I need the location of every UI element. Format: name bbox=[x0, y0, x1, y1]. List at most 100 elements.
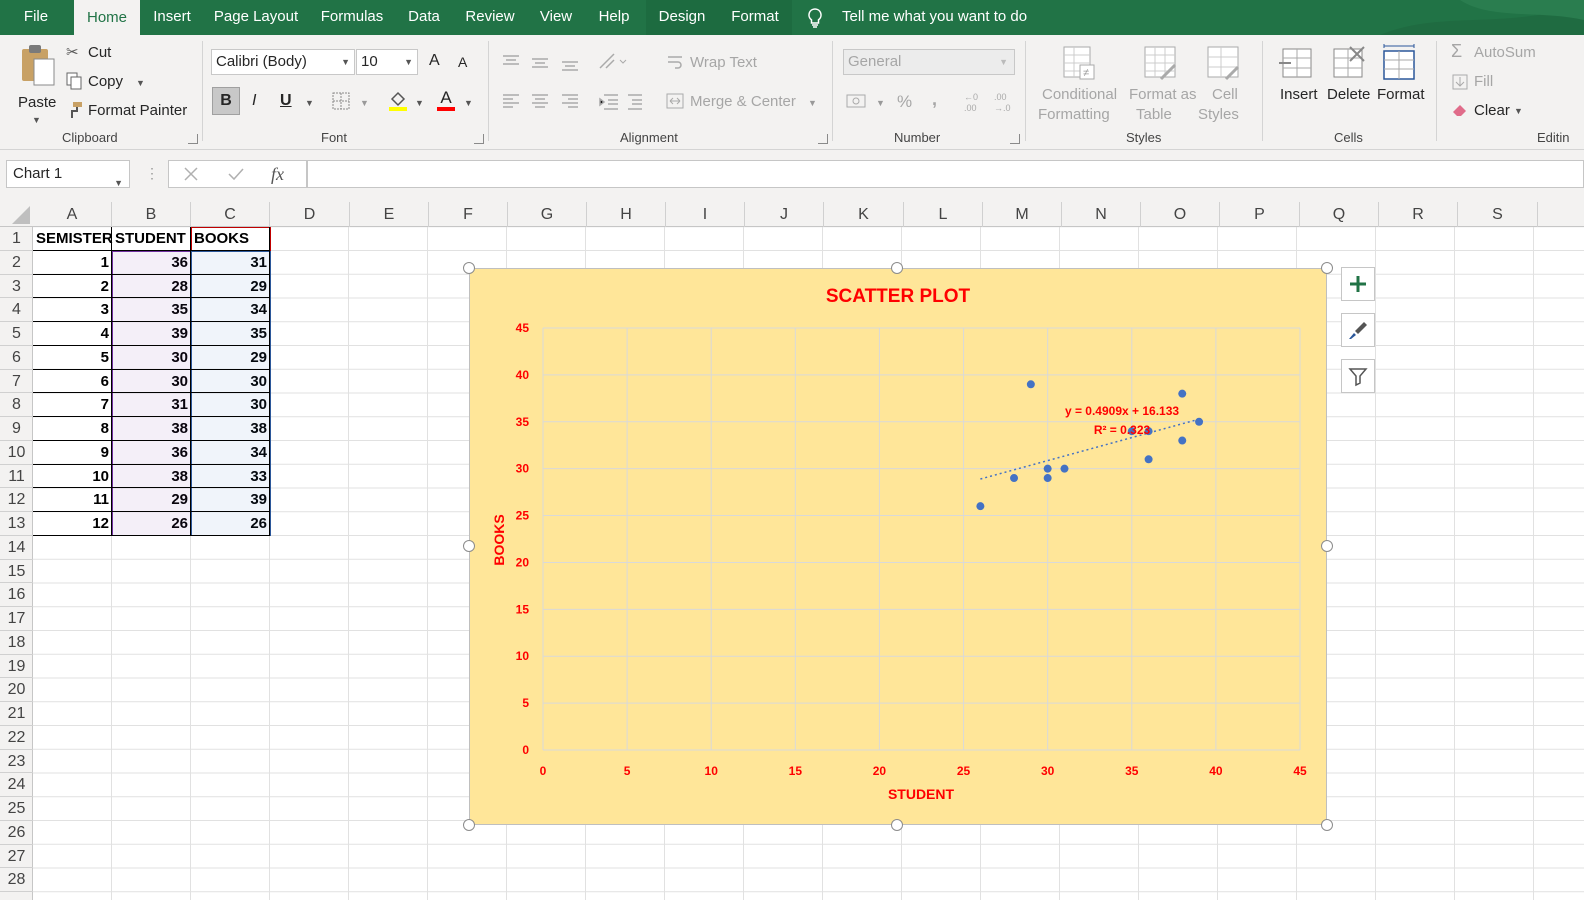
table-cell[interactable]: 11 bbox=[33, 488, 112, 512]
row-header-2[interactable]: 2 bbox=[0, 251, 33, 275]
tab-format[interactable]: Format bbox=[718, 0, 792, 35]
delete-cells-label[interactable]: Delete bbox=[1327, 86, 1370, 103]
column-header-c[interactable]: C bbox=[191, 202, 270, 227]
paste-button[interactable]: Paste ▼ bbox=[10, 43, 60, 125]
column-header-g[interactable]: G bbox=[508, 202, 587, 227]
table-cell[interactable]: 2 bbox=[33, 275, 112, 299]
table-cell[interactable]: 39 bbox=[112, 322, 191, 346]
chart-elements-button[interactable] bbox=[1341, 267, 1375, 301]
column-header-o[interactable]: O bbox=[1141, 202, 1220, 227]
row-header-6[interactable]: 6 bbox=[0, 346, 33, 370]
column-header-s[interactable]: S bbox=[1458, 202, 1538, 227]
row-header-12[interactable]: 12 bbox=[0, 488, 33, 512]
row-header-26[interactable]: 26 bbox=[0, 821, 33, 845]
column-header-p[interactable]: P bbox=[1220, 202, 1300, 227]
table-cell[interactable]: 29 bbox=[191, 346, 270, 370]
fill-color-dropdown-icon[interactable]: ▼ bbox=[415, 98, 424, 108]
number-launcher-icon[interactable] bbox=[1010, 134, 1020, 144]
tab-data[interactable]: Data bbox=[396, 0, 452, 35]
column-header-l[interactable]: L bbox=[904, 202, 983, 227]
resize-handle-right[interactable] bbox=[1321, 540, 1333, 552]
data-point[interactable] bbox=[1043, 474, 1052, 483]
shrink-font-button[interactable]: A bbox=[458, 54, 467, 70]
conditional-formatting-label-2[interactable]: Formatting bbox=[1038, 106, 1110, 123]
name-box[interactable]: Chart 1 ▼ bbox=[6, 160, 130, 188]
row-header-20[interactable]: 20 bbox=[0, 678, 33, 702]
table-cell[interactable]: 6 bbox=[33, 370, 112, 394]
table-cell[interactable]: 29 bbox=[112, 488, 191, 512]
column-header-k[interactable]: K bbox=[824, 202, 904, 227]
conditional-formatting-icon[interactable]: ≠ bbox=[1060, 43, 1100, 83]
select-all-icon[interactable] bbox=[0, 202, 33, 227]
chart-filters-button[interactable] bbox=[1341, 359, 1375, 393]
indent-icons[interactable] bbox=[598, 92, 648, 112]
data-point[interactable] bbox=[1043, 464, 1052, 473]
data-point[interactable] bbox=[976, 502, 985, 511]
trendline-r-squared[interactable]: R² = 0.323 bbox=[1094, 423, 1151, 437]
row-header-27[interactable]: 27 bbox=[0, 845, 33, 869]
tab-page-layout[interactable]: Page Layout bbox=[204, 0, 308, 35]
accounting-dropdown-icon[interactable]: ▼ bbox=[876, 98, 885, 108]
column-header-j[interactable]: J bbox=[745, 202, 824, 227]
decimal-icons[interactable]: ←0.00.00→.0 bbox=[962, 91, 1022, 113]
table-cell[interactable]: 35 bbox=[112, 298, 191, 322]
resize-handle-bottom[interactable] bbox=[891, 819, 903, 831]
alignment-launcher-icon[interactable] bbox=[818, 134, 828, 144]
table-cell[interactable]: 8 bbox=[33, 417, 112, 441]
borders-dropdown-icon[interactable]: ▼ bbox=[360, 98, 369, 108]
clipboard-launcher-icon[interactable] bbox=[188, 134, 198, 144]
table-cell[interactable]: 3 bbox=[33, 298, 112, 322]
tab-design[interactable]: Design bbox=[646, 0, 718, 35]
table-cell[interactable]: 10 bbox=[33, 465, 112, 489]
row-header-16[interactable]: 16 bbox=[0, 583, 33, 607]
cell-styles-icon[interactable] bbox=[1204, 43, 1244, 83]
tab-home[interactable]: Home bbox=[74, 0, 140, 35]
row-header-8[interactable]: 8 bbox=[0, 393, 33, 417]
table-cell[interactable]: 34 bbox=[191, 441, 270, 465]
cancel-icon[interactable] bbox=[183, 166, 199, 182]
row-header-4[interactable]: 4 bbox=[0, 298, 33, 322]
row-header-23[interactable]: 23 bbox=[0, 750, 33, 774]
table-cell[interactable]: 5 bbox=[33, 346, 112, 370]
table-cell[interactable]: 28 bbox=[112, 275, 191, 299]
table-cell[interactable]: 4 bbox=[33, 322, 112, 346]
x-axis-title[interactable]: STUDENT bbox=[888, 786, 955, 802]
row-header-15[interactable]: 15 bbox=[0, 560, 33, 584]
column-header-f[interactable]: F bbox=[429, 202, 508, 227]
column-header-r[interactable]: R bbox=[1379, 202, 1458, 227]
format-as-table-label-2[interactable]: Table bbox=[1136, 106, 1172, 123]
data-point[interactable] bbox=[1178, 436, 1187, 445]
data-point[interactable] bbox=[1144, 455, 1153, 464]
y-axis-title[interactable]: BOOKS bbox=[491, 514, 507, 565]
column-header-m[interactable]: M bbox=[983, 202, 1062, 227]
table-header-cell[interactable]: SEMISTER bbox=[33, 227, 113, 251]
tab-help[interactable]: Help bbox=[586, 0, 642, 35]
table-cell[interactable]: 38 bbox=[112, 465, 191, 489]
data-point[interactable] bbox=[1195, 417, 1204, 426]
table-cell[interactable]: 30 bbox=[191, 393, 270, 417]
eraser-icon[interactable] bbox=[1451, 102, 1469, 118]
vertical-align-icons[interactable] bbox=[502, 53, 592, 73]
conditional-formatting-label-1[interactable]: Conditional bbox=[1042, 86, 1117, 103]
row-header-9[interactable]: 9 bbox=[0, 417, 33, 441]
font-color-dropdown-icon[interactable]: ▼ bbox=[464, 98, 473, 108]
orientation-icon[interactable] bbox=[598, 52, 628, 72]
resize-handle-top[interactable] bbox=[891, 262, 903, 274]
wrap-text-label[interactable]: Wrap Text bbox=[690, 54, 757, 71]
table-cell[interactable]: 9 bbox=[33, 441, 112, 465]
table-cell[interactable]: 30 bbox=[112, 370, 191, 394]
grow-font-button[interactable]: A bbox=[429, 52, 440, 70]
row-header-18[interactable]: 18 bbox=[0, 631, 33, 655]
row-header-24[interactable]: 24 bbox=[0, 773, 33, 797]
insert-cells-label[interactable]: Insert bbox=[1280, 86, 1318, 103]
underline-button[interactable]: U bbox=[280, 92, 292, 110]
row-header-17[interactable]: 17 bbox=[0, 607, 33, 631]
row-header-28[interactable]: 28 bbox=[0, 868, 33, 892]
row-header-5[interactable]: 5 bbox=[0, 322, 33, 346]
accounting-format-icon[interactable] bbox=[846, 92, 868, 110]
chart-title[interactable]: SCATTER PLOT bbox=[826, 286, 971, 307]
tab-view[interactable]: View bbox=[528, 0, 584, 35]
format-cells-label[interactable]: Format bbox=[1377, 86, 1425, 103]
autosum-label[interactable]: AutoSum bbox=[1474, 44, 1536, 61]
comma-style-button[interactable]: , bbox=[932, 89, 937, 110]
